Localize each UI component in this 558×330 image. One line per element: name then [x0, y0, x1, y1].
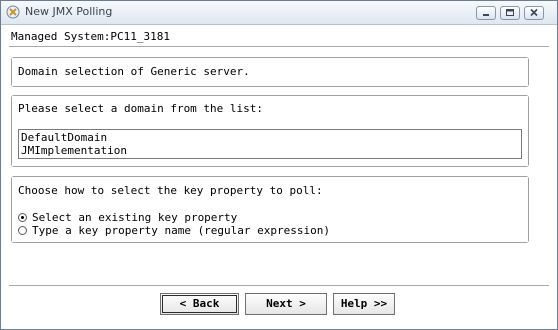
- radio-type-key[interactable]: [18, 226, 27, 235]
- description-text: Domain selection of Generic server.: [18, 65, 250, 78]
- close-button[interactable]: [524, 6, 544, 20]
- close-icon: [530, 8, 538, 17]
- list-item[interactable]: JMImplementation: [21, 144, 127, 157]
- domain-list[interactable]: DefaultDomain JMImplementation: [18, 129, 522, 159]
- back-button[interactable]: < Back: [160, 293, 239, 315]
- existing-key-label[interactable]: Select an existing key property: [32, 211, 237, 224]
- header-divider: [9, 46, 549, 48]
- help-button[interactable]: Help >>: [333, 293, 395, 315]
- radio-existing-key[interactable]: [18, 213, 27, 222]
- domain-panel: Please select a domain from the list: De…: [11, 95, 529, 167]
- footer-divider: [9, 285, 549, 287]
- type-key-label[interactable]: Type a key property name (regular expres…: [32, 224, 330, 237]
- minimize-icon: [483, 14, 489, 16]
- description-panel: Domain selection of Generic server.: [11, 57, 529, 87]
- managed-system-label: Managed System:PC11_3181: [11, 30, 170, 43]
- domain-prompt: Please select a domain from the list:: [18, 102, 264, 115]
- title-bar[interactable]: New JMX Polling: [1, 1, 557, 25]
- key-property-prompt: Choose how to select the key property to…: [18, 184, 323, 197]
- maximize-button[interactable]: [500, 6, 520, 20]
- maximize-icon: [506, 9, 514, 16]
- minimize-button[interactable]: [476, 6, 496, 20]
- app-icon: [6, 5, 20, 19]
- window-title: New JMX Polling: [25, 5, 113, 18]
- key-property-panel: Choose how to select the key property to…: [11, 176, 529, 243]
- list-item[interactable]: DefaultDomain: [21, 131, 107, 144]
- next-button[interactable]: Next >: [245, 293, 327, 315]
- dialog-window: New JMX Polling Managed System:PC11_3181…: [0, 0, 558, 330]
